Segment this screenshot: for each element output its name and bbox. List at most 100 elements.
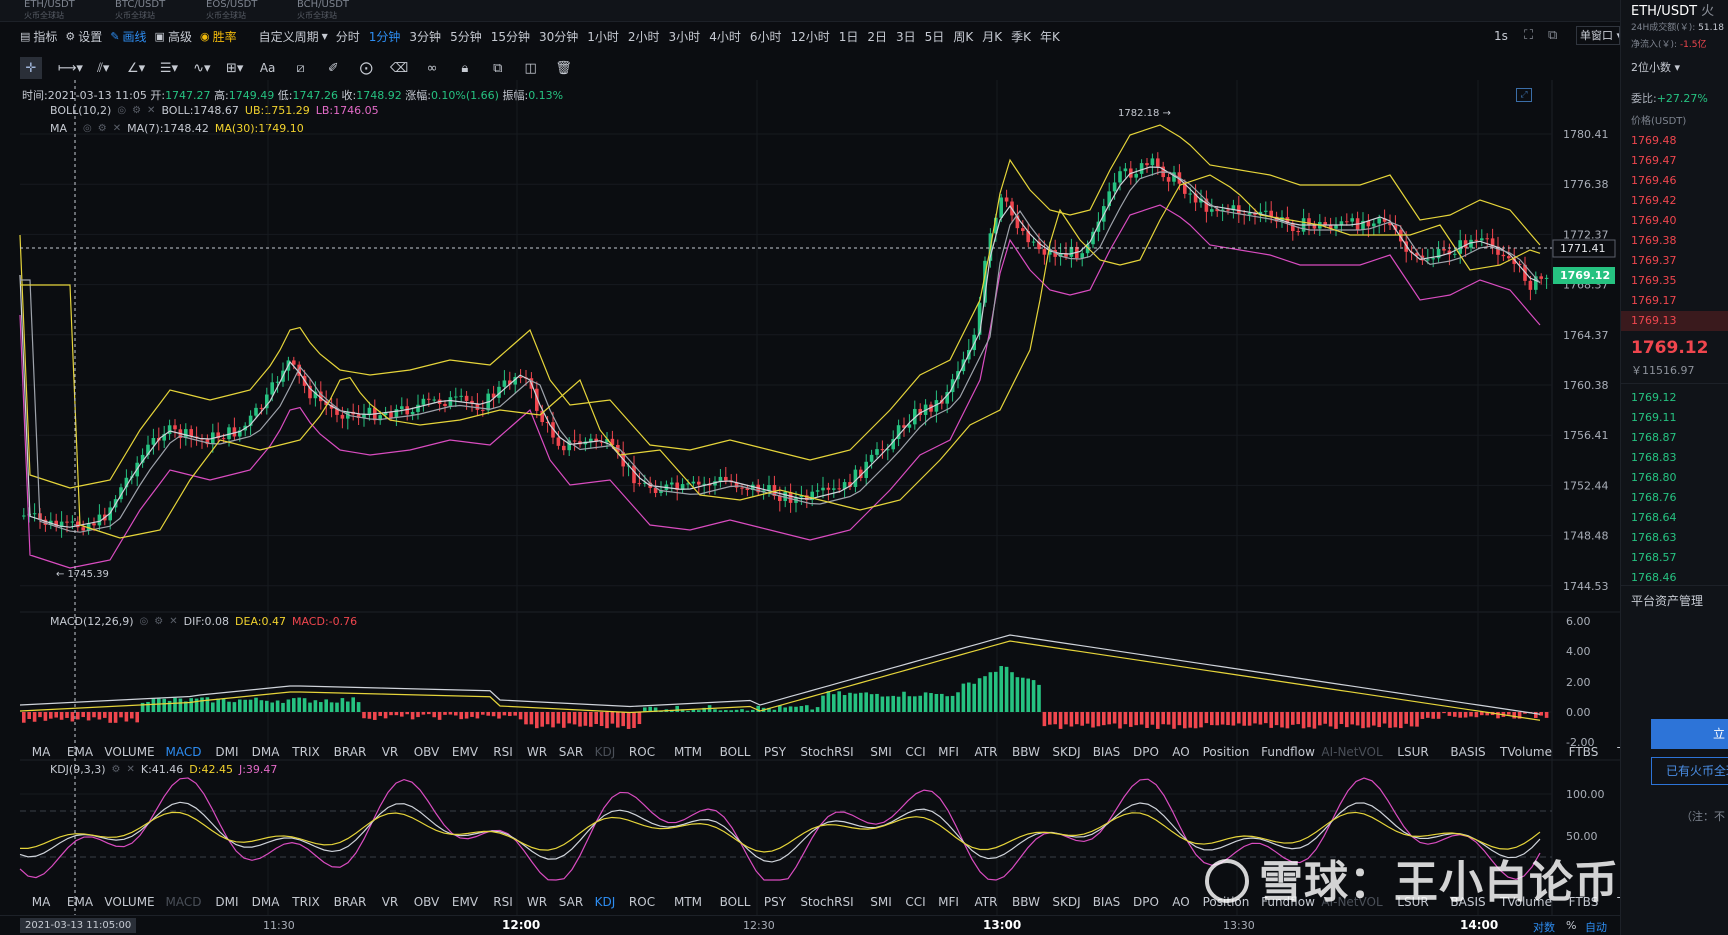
close-icon[interactable]: ✕ [126,764,134,775]
ask-row[interactable]: 1769.35 [1621,271,1728,291]
indicator-tab[interactable]: KDJ [590,745,620,759]
indicator-tab[interactable]: SAR [552,895,590,909]
indicator-tab[interactable]: TVolume [1494,745,1558,759]
indicator-tab[interactable]: BIAS [1087,895,1126,909]
indicator-tab[interactable]: BBW [1006,745,1046,759]
indicator-tab[interactable]: TRIX [285,895,327,909]
ask-row[interactable]: 1769.47 [1621,151,1728,171]
indicator-tab[interactable]: EMV [446,895,484,909]
ask-row[interactable]: 1769.13 [1621,311,1728,331]
indicator-tab[interactable]: VOLUME [100,895,159,909]
indicator-tab[interactable]: MA [22,745,60,759]
percent-scale-toggle[interactable]: % [1566,919,1576,932]
indicator-tab[interactable]: ATR [966,895,1006,909]
ask-row[interactable]: 1769.38 [1621,231,1728,251]
indicator-tab[interactable]: OBV [407,745,446,759]
indicator-tab[interactable]: DPO [1126,895,1166,909]
bid-row[interactable]: 1768.87 [1621,428,1728,448]
indicator-tab[interactable]: BIAS [1087,745,1126,759]
indicator-tab[interactable]: SKDJ [1046,745,1087,759]
bid-row[interactable]: 1768.80 [1621,468,1728,488]
indicator-tab[interactable]: VR [373,745,407,759]
indicator-tab[interactable]: AI-NetVOL [1320,745,1384,759]
indicator-tab[interactable]: SAR [552,745,590,759]
indicator-tab[interactable]: EMA [60,895,100,909]
pair-title[interactable]: ETH/USDT 火 [1631,0,1714,19]
ask-row[interactable]: 1769.46 [1621,171,1728,191]
ask-row[interactable]: 1769.40 [1621,211,1728,231]
ask-row[interactable]: 1769.42 [1621,191,1728,211]
gear-icon[interactable]: ⚙ [154,616,163,627]
indicator-tab[interactable]: BOLL [712,895,758,909]
register-button[interactable]: 已有火币全球 [1651,757,1728,785]
ask-row[interactable]: 1769.48 [1621,131,1728,151]
indicator-tab[interactable]: AO [1166,895,1196,909]
indicator-tab[interactable]: MFI [931,745,966,759]
indicator-tab[interactable]: StochRSI [792,895,862,909]
indicator-tab[interactable]: DMI [208,895,246,909]
indicator-tab[interactable]: MFI [931,895,966,909]
macd-name[interactable]: MACD(12,26,9) [50,615,134,628]
indicator-tab[interactable]: PSY [758,745,792,759]
bid-row[interactable]: 1768.57 [1621,548,1728,568]
indicator-tab[interactable]: DMA [246,745,285,759]
indicator-tab[interactable]: SMI [862,895,900,909]
indicator-tab[interactable]: AO [1166,745,1196,759]
indicator-tab[interactable]: VOLUME [100,745,159,759]
auto-scale-toggle[interactable]: 自动 [1585,919,1607,935]
indicator-tab[interactable]: CCI [900,745,931,759]
indicator-tab[interactable]: DMA [246,895,285,909]
indicator-tab[interactable]: MTM [664,895,712,909]
login-button[interactable]: 立 [1651,719,1728,749]
decimals-select[interactable]: 2位小数 ▾ [1631,59,1680,75]
bid-row[interactable]: 1768.63 [1621,528,1728,548]
kdj-name[interactable]: KDJ(9,3,3) [50,763,106,776]
indicator-tab[interactable]: Fundflow [1256,745,1320,759]
bid-row[interactable]: 1768.76 [1621,488,1728,508]
bid-row[interactable]: 1768.64 [1621,508,1728,528]
bid-row[interactable]: 1769.12 [1621,388,1728,408]
close-icon[interactable]: ✕ [169,616,177,627]
indicator-tab[interactable]: MACD [159,895,208,909]
indicator-tab[interactable]: EMA [60,745,100,759]
indicator-tab[interactable]: TRIX [285,745,327,759]
bid-row[interactable]: 1769.11 [1621,408,1728,428]
indicator-tab[interactable]: Position [1196,745,1256,759]
indicator-tab[interactable]: OBV [407,895,446,909]
bid-row[interactable]: 1768.83 [1621,448,1728,468]
candlestick-chart[interactable]: 1780.411776.381772.371768.371764.371760.… [0,0,1620,935]
indicator-tab[interactable]: ROC [620,745,664,759]
indicator-tab[interactable]: WR [522,745,552,759]
indicator-tab[interactable]: BRAR [327,895,373,909]
log-scale-toggle[interactable]: 对数 [1533,919,1555,935]
indicator-tab[interactable]: MA [22,895,60,909]
indicator-tab[interactable]: FTBS [1558,745,1609,759]
indicator-tab[interactable]: WR [522,895,552,909]
indicator-tab[interactable]: PSY [758,895,792,909]
indicator-tab[interactable]: DMI [208,745,246,759]
indicator-tab[interactable]: DPO [1126,745,1166,759]
indicator-tab[interactable]: BASIS [1442,745,1494,759]
gear-icon[interactable]: ⚙ [112,764,121,775]
indicator-tab[interactable]: ATR [966,745,1006,759]
ask-row[interactable]: 1769.37 [1621,251,1728,271]
indicator-tab[interactable]: RSI [484,745,522,759]
indicator-tab[interactable]: VR [373,895,407,909]
indicator-tab[interactable]: EMV [446,745,484,759]
ask-row[interactable]: 1769.17 [1621,291,1728,311]
indicator-tab[interactable]: MTM [664,745,712,759]
indicator-tab[interactable]: SMI [862,745,900,759]
indicator-tab[interactable]: KDJ [590,895,620,909]
indicator-tab[interactable]: BRAR [327,745,373,759]
indicator-tab[interactable]: BOLL [712,745,758,759]
indicator-tab[interactable]: MACD [159,745,208,759]
indicator-tab[interactable]: BBW [1006,895,1046,909]
indicator-tab[interactable]: StochRSI [792,745,862,759]
indicator-tab[interactable]: LSUR [1384,745,1442,759]
indicator-tab[interactable]: CCI [900,895,931,909]
asset-management-link[interactable]: 平台资产管理 [1631,592,1703,609]
indicator-tab[interactable]: ROC [620,895,664,909]
indicator-tab[interactable]: SKDJ [1046,895,1087,909]
eye-icon[interactable]: ◎ [140,616,149,627]
indicator-tab[interactable]: RSI [484,895,522,909]
